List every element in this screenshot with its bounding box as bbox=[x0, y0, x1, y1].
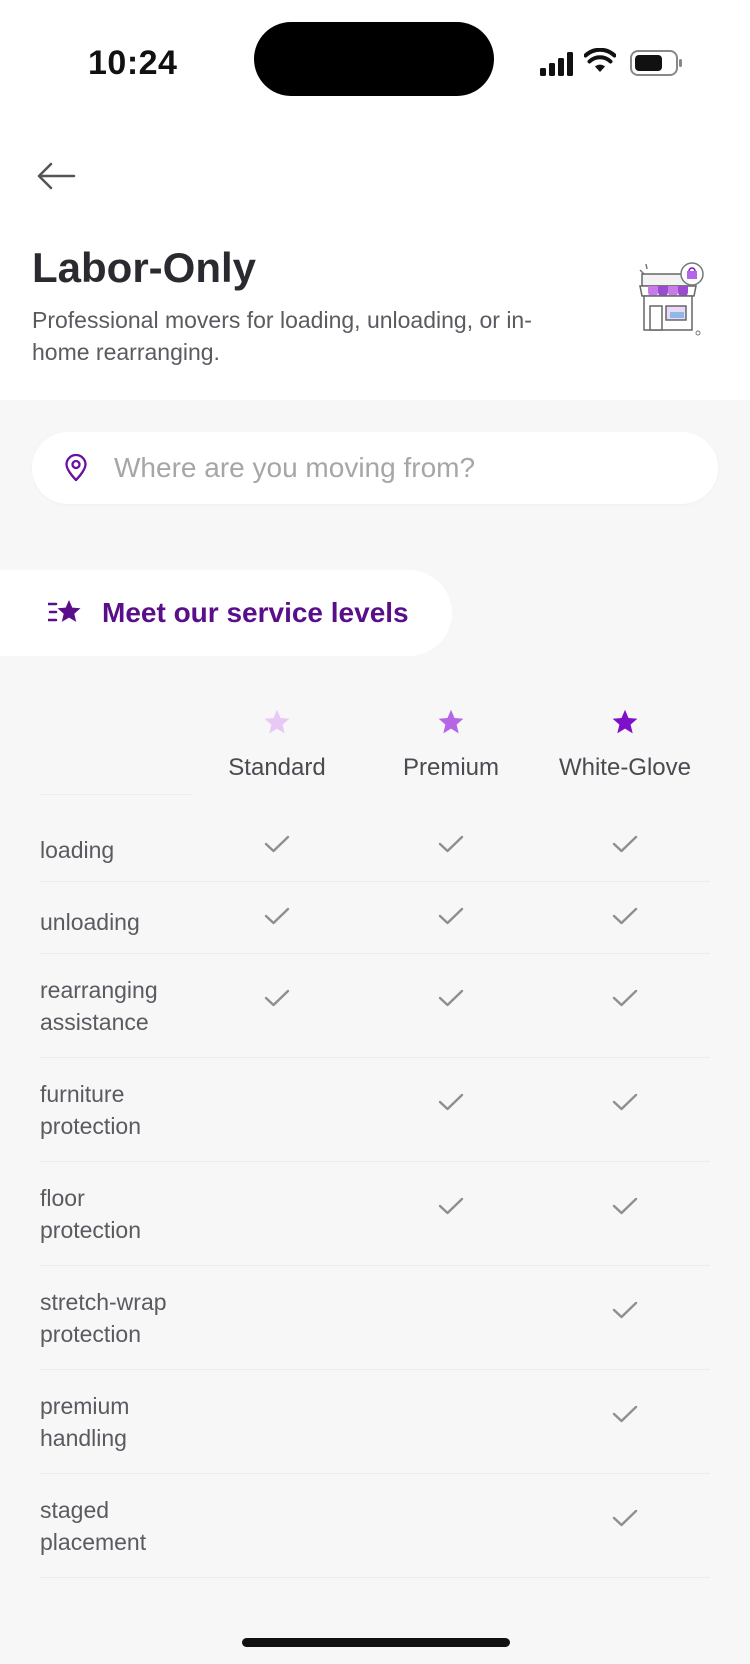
search-input[interactable]: Where are you moving from? bbox=[32, 432, 718, 504]
level-premium: Premium bbox=[361, 708, 541, 782]
battery-icon bbox=[630, 50, 682, 76]
feature-label: stretch-wrap protection bbox=[40, 1289, 167, 1347]
level-name: White-Glove bbox=[558, 754, 692, 781]
home-indicator bbox=[242, 1638, 510, 1647]
page-title: Labor-Only bbox=[32, 244, 257, 291]
status-bar: 10:24 bbox=[0, 0, 750, 110]
check-icon bbox=[612, 835, 638, 853]
check-icon bbox=[438, 989, 464, 1007]
star-icon bbox=[361, 708, 541, 742]
fast-star-icon bbox=[48, 598, 82, 628]
feature-label: floor protection bbox=[40, 1185, 142, 1243]
table-row: loading bbox=[40, 810, 710, 882]
check-icon bbox=[264, 907, 290, 925]
feature-label: unloading bbox=[40, 909, 140, 935]
service-levels-label: Meet our service levels bbox=[102, 597, 409, 628]
page-subtitle: Professional movers for loading, unloadi… bbox=[32, 307, 532, 365]
check-icon bbox=[612, 1405, 638, 1423]
star-icon bbox=[187, 708, 367, 742]
check-icon bbox=[612, 1093, 638, 1111]
storefront-icon bbox=[639, 262, 704, 336]
feature-label: premium handling bbox=[40, 1393, 130, 1451]
feature-label: rearranging assistance bbox=[40, 977, 158, 1035]
level-name: Premium bbox=[402, 754, 499, 781]
check-icon bbox=[438, 907, 464, 925]
back-button[interactable] bbox=[30, 150, 82, 202]
table-row: floor protection bbox=[40, 1162, 710, 1266]
check-icon bbox=[438, 1197, 464, 1215]
table-row: staged placement bbox=[40, 1474, 710, 1578]
table-row: furniture protection bbox=[40, 1058, 710, 1162]
check-icon bbox=[438, 835, 464, 853]
table-row: rearranging assistance bbox=[40, 954, 710, 1058]
table-row: premium handling bbox=[40, 1370, 710, 1474]
feature-label: loading bbox=[40, 837, 115, 863]
divider bbox=[40, 794, 192, 795]
level-name: Standard bbox=[228, 754, 326, 781]
cellular-signal-icon bbox=[540, 52, 573, 76]
arrow-left-icon bbox=[37, 162, 76, 190]
check-icon bbox=[612, 1301, 638, 1319]
service-levels-button[interactable]: Meet our service levels bbox=[0, 570, 452, 656]
star-icon bbox=[535, 708, 715, 742]
search-placeholder: Where are you moving from? bbox=[114, 452, 476, 483]
table-row: unloading bbox=[40, 882, 710, 954]
check-icon bbox=[264, 989, 290, 1007]
dynamic-island bbox=[254, 22, 494, 96]
status-time: 10:24 bbox=[88, 44, 178, 82]
feature-label: staged placement bbox=[40, 1497, 147, 1555]
check-icon bbox=[612, 907, 638, 925]
check-icon bbox=[612, 989, 638, 1007]
table-row: stretch-wrap protection bbox=[40, 1266, 710, 1370]
level-white-glove: White-Glove bbox=[535, 708, 715, 782]
level-standard: Standard bbox=[187, 708, 367, 782]
check-icon bbox=[264, 835, 290, 853]
wifi-icon bbox=[584, 48, 616, 72]
check-icon bbox=[438, 1093, 464, 1111]
location-pin-icon bbox=[64, 454, 88, 482]
check-icon bbox=[612, 1197, 638, 1215]
check-icon bbox=[612, 1509, 638, 1527]
feature-label: furniture protection bbox=[40, 1081, 142, 1139]
